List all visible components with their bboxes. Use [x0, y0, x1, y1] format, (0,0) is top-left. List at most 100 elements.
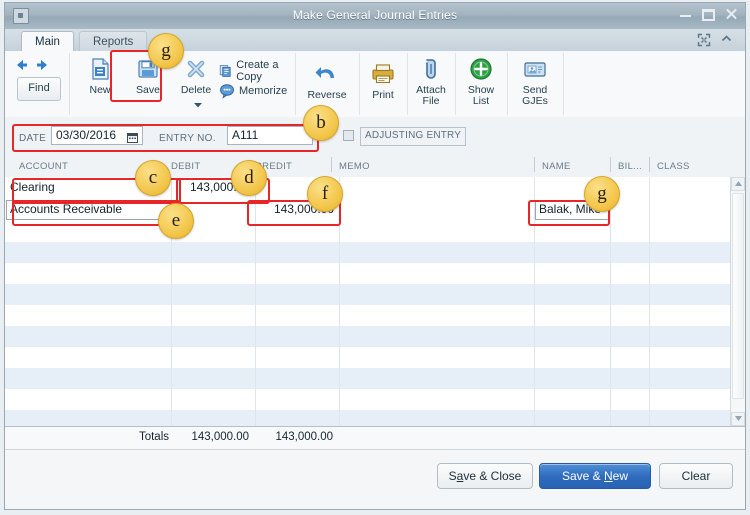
column-header-account[interactable]: ACCOUNT — [19, 161, 68, 172]
footer-buttons: Save & Close Save & New Clear — [5, 451, 745, 509]
reverse-button[interactable]: Reverse — [304, 61, 350, 101]
minimize-icon[interactable] — [678, 7, 693, 22]
create-a-copy-label: Create a Copy — [236, 59, 279, 83]
printer-icon — [370, 64, 396, 90]
window-title: Make General Journal Entries — [292, 8, 458, 22]
table-row[interactable]: Accounts Receivable 143,000.00 Balak, Mi… — [5, 199, 745, 222]
save-and-close-button[interactable]: Save & Close — [437, 463, 533, 489]
annotation-badge-d: d — [231, 160, 267, 196]
copy-icon — [219, 65, 231, 77]
nav-arrows — [13, 57, 59, 73]
tab-main[interactable]: Main — [21, 31, 74, 53]
column-header-debit[interactable]: DEBIT — [171, 161, 200, 172]
find-button[interactable]: Find — [17, 77, 61, 101]
title-bar: Make General Journal Entries — [5, 3, 745, 30]
empty-row[interactable] — [5, 305, 745, 326]
maximize-icon[interactable] — [702, 9, 715, 21]
delete-button-label: Delete — [180, 84, 212, 96]
totals-row: Totals 143,000.00 143,000.00 — [5, 426, 745, 450]
journal-lines-grid[interactable]: Clearing 143,000.00 Accounts Receivable — [5, 177, 745, 426]
adjusting-entry-label: ADJUSTING ENTRY — [360, 127, 467, 146]
annotation-badge-c: c — [135, 160, 171, 196]
create-a-copy-button[interactable]: Create a Copy — [219, 59, 295, 83]
delete-dropdown-icon[interactable] — [194, 100, 202, 111]
class-cell-row2[interactable] — [649, 199, 719, 221]
column-header-billable[interactable]: BIL... — [618, 161, 642, 172]
ribbon-group-edit: New Save Delete Create a Copy Memorize — [69, 53, 296, 115]
column-divider-name[interactable] — [534, 157, 535, 172]
save-and-new-button[interactable]: Save & New — [539, 463, 651, 489]
print-button[interactable]: Print — [360, 61, 406, 101]
totals-label: Totals — [138, 431, 169, 443]
memorize-button[interactable]: Memorize — [219, 83, 287, 99]
chevron-up-icon[interactable] — [720, 32, 733, 48]
ribbon-body: Find New Save Delete Create a Copy Memor… — [5, 51, 745, 117]
annotation-badge-b: b — [303, 105, 339, 141]
new-document-icon — [87, 58, 113, 85]
totals-debit: 143,000.00 — [191, 431, 249, 443]
delete-x-icon — [183, 60, 209, 85]
empty-row[interactable] — [5, 410, 745, 426]
column-header-memo[interactable]: MEMO — [339, 161, 370, 172]
print-button-label: Print — [372, 89, 394, 101]
grid-vertical-scrollbar[interactable] — [730, 177, 745, 426]
empty-row[interactable] — [5, 389, 745, 410]
adjusting-entry-checkbox[interactable] — [343, 130, 354, 141]
memo-cell-row2[interactable] — [339, 199, 534, 221]
send-gjes-label-2: GJEs — [522, 95, 548, 107]
save-button-label: Save — [136, 84, 160, 96]
annotation-badge-g2: g — [584, 176, 620, 212]
column-header-class[interactable]: CLASS — [657, 161, 690, 172]
empty-row[interactable] — [5, 242, 745, 263]
reverse-arrow-icon — [314, 67, 340, 90]
send-gjes-button[interactable]: Send GJEs — [512, 56, 558, 107]
expand-ribbon-icon[interactable] — [697, 33, 711, 47]
empty-row[interactable] — [5, 284, 745, 305]
memo-cell-row1[interactable] — [339, 177, 534, 199]
column-divider-billable[interactable] — [610, 157, 611, 172]
empty-row[interactable] — [5, 263, 745, 284]
tab-reports[interactable]: Reports — [79, 31, 148, 53]
column-divider-memo[interactable] — [331, 157, 332, 172]
memorize-label: Memorize — [239, 85, 288, 97]
scroll-up-arrow-icon[interactable] — [731, 177, 745, 191]
ribbon-group-nav: Find — [5, 53, 70, 115]
ribbon: Main Reports Find New Save Delete Create… — [5, 29, 745, 118]
new-button[interactable]: New — [77, 56, 123, 96]
annotation-badge-e: e — [158, 203, 194, 239]
scrollbar-thumb[interactable] — [732, 193, 744, 399]
show-list-button[interactable]: Show List — [458, 56, 504, 107]
scroll-down-arrow-icon[interactable] — [731, 412, 745, 426]
table-row[interactable]: Clearing 143,000.00 — [5, 177, 745, 200]
attach-file-label-2: File — [422, 95, 440, 107]
ribbon-group-send: Send GJEs — [507, 53, 564, 115]
next-arrow-icon — [37, 60, 47, 70]
empty-row[interactable] — [5, 221, 745, 242]
annotation-badge-f: f — [307, 176, 343, 212]
screenshot-root: Make General Journal Entries Main Report… — [0, 0, 750, 515]
clear-button[interactable]: Clear — [659, 463, 733, 489]
paperclip-icon — [418, 59, 444, 85]
column-header-name[interactable]: NAME — [542, 161, 571, 172]
empty-row[interactable] — [5, 326, 745, 347]
send-email-icon — [522, 62, 548, 85]
entry-no-input[interactable]: A111 — [227, 126, 313, 145]
calendar-icon[interactable] — [127, 130, 138, 143]
ribbon-tabstrip: Main Reports — [5, 29, 745, 53]
close-icon[interactable] — [724, 7, 739, 22]
date-label: DATE — [19, 133, 47, 144]
memorize-balloon-icon — [220, 84, 234, 99]
attach-file-button[interactable]: Attach File — [408, 56, 454, 107]
empty-row[interactable] — [5, 347, 745, 368]
account-cell-row2[interactable]: Accounts Receivable — [5, 199, 171, 221]
class-cell-row1[interactable] — [649, 177, 719, 199]
new-button-label: New — [89, 84, 111, 96]
table-header: ACCOUNT DEBIT CREDIT MEMO NAME BIL... CL… — [5, 155, 745, 178]
previous-arrow-icon — [17, 60, 27, 70]
annotation-badge-g1: g — [148, 33, 184, 69]
empty-row[interactable] — [5, 368, 745, 389]
ribbon-group-attach: Attach File — [407, 53, 456, 115]
column-divider-class[interactable] — [649, 157, 650, 172]
entry-no-label: ENTRY NO. — [159, 133, 216, 144]
reverse-button-label: Reverse — [307, 89, 347, 101]
